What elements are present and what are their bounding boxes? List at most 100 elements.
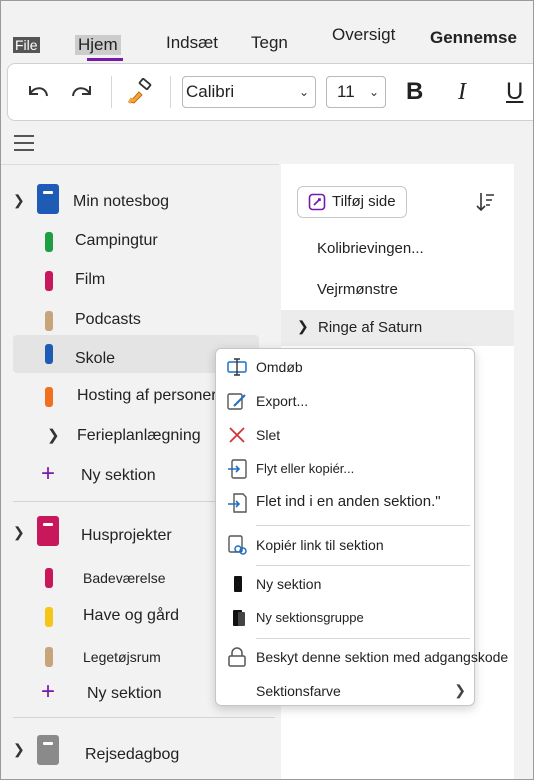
- menu-item-new-section[interactable]: Ny sektion: [216, 568, 474, 600]
- redo-icon[interactable]: [68, 78, 96, 106]
- new-section-label: Ny sektion: [87, 685, 162, 702]
- menu-item-label: Beskyt denne sektion med adgangskode: [256, 649, 509, 665]
- menu-divider: [256, 525, 470, 526]
- lock-icon: [228, 647, 246, 667]
- menu-item-password-protect[interactable]: Beskyt denne sektion med adgangskode: [216, 641, 508, 673]
- menu-item-section-color[interactable]: Sektionsfarve ❯: [216, 675, 474, 707]
- notebook-label: Min notesbog: [73, 193, 170, 210]
- notebook-rejsedagbog[interactable]: ❯ Rejsedagbog: [1, 735, 279, 771]
- section-podcasts[interactable]: Podcasts: [13, 302, 259, 338]
- section-label: Legetøjsrum: [83, 649, 161, 665]
- onenote-window: File Hjem Indsæt Tegn Oversigt Gennemse …: [0, 0, 534, 780]
- section-tab-icon: [45, 271, 53, 291]
- section-context-menu: Omdøb Export... Slet Flyt eller kopiér..…: [215, 348, 508, 707]
- chevron-down-icon: ❯: [13, 192, 25, 208]
- menu-item-label: Sektionsfarve: [256, 683, 341, 699]
- menu-item-export[interactable]: Export...: [216, 385, 474, 417]
- page-label: Ringe af Saturn: [318, 319, 423, 336]
- menu-item-new-section-group[interactable]: Ny sektionsgruppe: [216, 602, 474, 634]
- menu-item-label: Kopiér link til sektion: [256, 537, 384, 553]
- menu-item-label: Ny sektion: [256, 576, 322, 592]
- tab-file[interactable]: File: [13, 37, 40, 53]
- notebook-icon: [37, 184, 59, 214]
- section-tab-icon: [45, 311, 53, 331]
- plus-icon: +: [41, 678, 56, 705]
- toolbar-divider: [111, 76, 112, 108]
- font-size-select[interactable]: 11 ⌄: [326, 76, 386, 108]
- section-group-label: Ferieplanlægning: [77, 427, 201, 444]
- section-color-icon: [226, 680, 248, 702]
- merge-icon: [228, 493, 247, 513]
- pane-divider: [1, 164, 279, 165]
- section-tab-icon: [45, 647, 53, 667]
- chevron-down-icon: ⌄: [298, 85, 309, 99]
- notebook-icon: [37, 735, 59, 765]
- section-label: Podcasts: [75, 311, 141, 328]
- section-tab-icon: [45, 344, 53, 364]
- menu-item-label: Slet: [256, 427, 281, 443]
- section-film[interactable]: Film: [13, 262, 259, 298]
- notebook-label: Rejsedagbog: [85, 746, 180, 763]
- page-item[interactable]: Kolibrievingen...: [317, 240, 424, 257]
- menu-divider: [256, 565, 470, 566]
- chevron-right-icon: ❯: [13, 741, 25, 757]
- notebook-min-notesbog[interactable]: ❯ Min notesbog: [1, 184, 279, 220]
- undo-icon[interactable]: [24, 78, 52, 106]
- section-label: Have og gård: [83, 607, 180, 624]
- menu-item-label: Flet ind i en anden sektion.": [256, 493, 441, 510]
- chevron-down-icon: ❯: [13, 524, 25, 540]
- section-label: Badeværelse: [83, 570, 166, 586]
- tab-review[interactable]: Gennemse: [430, 28, 517, 48]
- section-label: Skole: [75, 350, 116, 367]
- chevron-right-icon: ❯: [297, 318, 309, 334]
- section-label: Hosting af personer: [77, 387, 217, 404]
- sort-icon[interactable]: [473, 190, 497, 214]
- notebook-divider: [13, 717, 275, 718]
- delete-icon: [229, 427, 245, 443]
- bold-button[interactable]: B: [406, 76, 423, 108]
- section-label: Campingtur: [75, 232, 158, 249]
- ribbon-tabs: File Hjem Indsæt Tegn Oversigt Gennemse: [1, 1, 533, 61]
- italic-button[interactable]: I: [458, 76, 466, 108]
- tab-view[interactable]: Oversigt: [332, 25, 395, 45]
- add-page-label: Tilføj side: [332, 193, 396, 210]
- format-painter-icon[interactable]: [126, 78, 154, 106]
- font-name-select[interactable]: Calibri ⌄: [182, 76, 316, 108]
- menu-item-rename[interactable]: Omdøb: [216, 351, 474, 383]
- add-page-icon: [308, 193, 326, 211]
- export-icon: [227, 393, 246, 410]
- section-campingtur[interactable]: Campingtur: [13, 223, 259, 259]
- page-item-selected[interactable]: ❯ Ringe af Saturn: [281, 310, 514, 346]
- font-size-value: 11: [337, 82, 355, 101]
- menu-item-move-copy[interactable]: Flyt eller kopiér...: [216, 453, 474, 485]
- new-section-label: Ny sektion: [81, 467, 156, 484]
- home-toolbar: Calibri ⌄ 11 ⌄ B I U: [7, 63, 533, 121]
- chevron-down-icon: ⌄: [368, 85, 379, 99]
- menu-item-label: Export...: [256, 393, 309, 409]
- tab-home[interactable]: Hjem: [75, 35, 123, 61]
- chevron-right-icon: ❯: [47, 427, 60, 444]
- plus-icon: +: [41, 460, 56, 487]
- menu-item-label: Omdøb: [256, 359, 303, 375]
- menu-item-delete[interactable]: Slet: [216, 419, 474, 451]
- new-section-group-icon: [233, 610, 245, 626]
- menu-item-copy-link[interactable]: Kopiér link til sektion: [216, 529, 474, 561]
- page-item[interactable]: Vejrmønstre: [317, 281, 398, 298]
- chevron-right-icon: ❯: [454, 682, 466, 698]
- tab-insert[interactable]: Indsæt: [166, 33, 218, 53]
- section-tab-icon: [45, 607, 53, 627]
- underline-button[interactable]: U: [506, 76, 523, 108]
- move-copy-icon: [228, 459, 247, 479]
- section-tab-icon: [45, 232, 53, 252]
- tab-draw[interactable]: Tegn: [251, 33, 288, 53]
- menu-item-label: Flyt eller kopiér...: [256, 461, 355, 476]
- navigation-menu-icon[interactable]: [14, 135, 34, 151]
- section-tab-icon: [45, 568, 53, 588]
- section-tab-icon: [45, 387, 53, 407]
- notebook-label: Husprojekter: [81, 527, 172, 544]
- menu-divider: [256, 638, 470, 639]
- font-name-value: Calibri: [186, 82, 235, 101]
- menu-item-merge[interactable]: Flet ind i en anden sektion.": [216, 487, 474, 519]
- copy-link-icon: [228, 535, 247, 555]
- add-page-button[interactable]: Tilføj side: [297, 186, 407, 218]
